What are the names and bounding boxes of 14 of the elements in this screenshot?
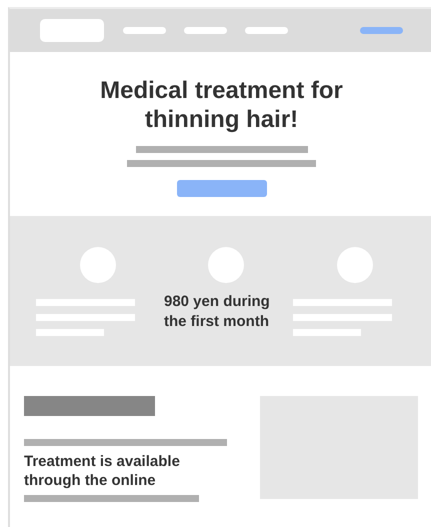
circle-placeholder bbox=[208, 247, 244, 283]
nav-link-placeholder[interactable] bbox=[184, 27, 227, 34]
logo-placeholder bbox=[40, 19, 104, 42]
text-placeholder-bar bbox=[36, 329, 104, 336]
circle-placeholder bbox=[336, 247, 373, 283]
price-text: 980 yen during the first month bbox=[164, 292, 271, 332]
circle-placeholder bbox=[80, 247, 116, 283]
header-button-placeholder[interactable] bbox=[360, 27, 403, 34]
nav-link-placeholder[interactable] bbox=[123, 27, 166, 34]
hero-title: Medical treatment for thinning hair! bbox=[99, 76, 344, 134]
nav-link-placeholder[interactable] bbox=[245, 27, 288, 34]
cta-button-placeholder[interactable] bbox=[176, 180, 266, 197]
info-text: Treatment is available through the online bbox=[24, 452, 181, 490]
text-placeholder-bar bbox=[292, 329, 361, 336]
